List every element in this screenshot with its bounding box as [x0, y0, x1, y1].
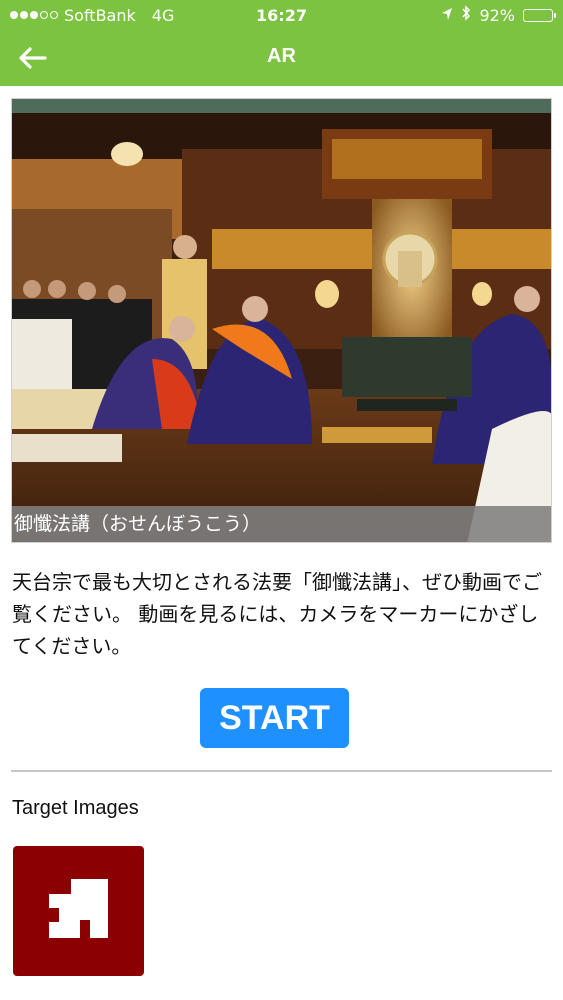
status-bar: SoftBank 4G 16:27 92% — [0, 0, 563, 30]
start-button[interactable]: START — [200, 688, 349, 748]
ar-marker-image[interactable] — [13, 846, 144, 976]
battery-icon — [523, 8, 556, 22]
nav-bar: AR — [0, 30, 563, 86]
location-icon — [441, 6, 453, 25]
description-text: 天台宗で最も大切とされる法要「御懺法講」、ぜひ動画でご覧ください。 動画を見るに… — [12, 570, 542, 658]
section-divider — [11, 770, 552, 772]
battery-percent: 92% — [479, 5, 515, 25]
status-right: 92% — [441, 5, 556, 25]
target-images-heading: Target Images — [12, 797, 139, 819]
carrier-name: SoftBank — [64, 5, 136, 25]
ceremony-photo — [12, 99, 551, 542]
status-left: SoftBank 4G — [10, 6, 174, 25]
network-type: 4G — [151, 5, 175, 25]
signal-strength-icon — [10, 11, 58, 19]
bluetooth-icon — [461, 5, 471, 25]
photo-caption: 御懺法講（おせんぼうこう） — [12, 506, 551, 542]
hero-photo: 御懺法講（おせんぼうこう） — [11, 98, 552, 543]
page-title: AR — [267, 45, 296, 67]
marker-pattern-icon — [49, 879, 108, 938]
